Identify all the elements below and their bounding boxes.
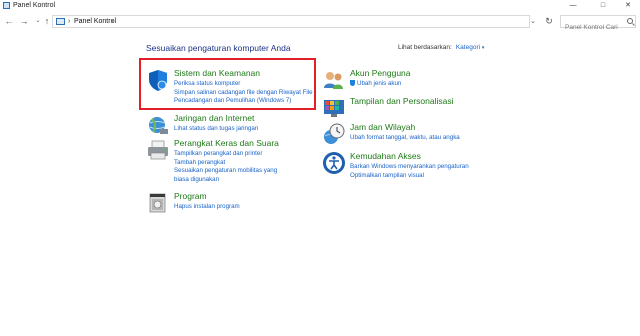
breadcrumb-separator[interactable]: › — [68, 16, 70, 27]
minimize-button[interactable]: — — [560, 0, 586, 12]
up-button[interactable]: ↑ — [42, 15, 52, 27]
category-title[interactable]: Jaringan dan Internet — [174, 113, 254, 123]
personalization-icon[interactable] — [322, 96, 346, 120]
link-mobility-settings[interactable]: Sesuaikan pengaturan mobilitas yang bias… — [174, 167, 292, 184]
category-title[interactable]: Jam dan Wilayah — [350, 122, 415, 132]
control-panel-icon — [3, 2, 10, 9]
control-panel-icon — [56, 18, 65, 25]
category-title[interactable]: Kemudahan Akses — [350, 151, 421, 161]
shield-icon — [350, 80, 355, 87]
link-uninstall-program[interactable]: Hapus instalan program — [174, 203, 324, 212]
navigation-bar: ← → ⌄ ↑ › Panel Kontrol › ⌄ ↻ — [0, 12, 640, 33]
window-title: Panel Kontrol — [13, 2, 56, 9]
address-dropdown-button[interactable]: ⌄ — [527, 15, 539, 28]
link-network-status[interactable]: Lihat status dan tugas jaringan — [174, 125, 324, 134]
globe-network-icon[interactable] — [146, 113, 170, 137]
address-bar[interactable]: › Panel Kontrol › — [52, 15, 530, 28]
maximize-button[interactable]: □ — [590, 0, 616, 12]
view-by-dropdown[interactable]: Kategori — [456, 44, 480, 51]
users-icon[interactable] — [322, 68, 346, 92]
link-add-device[interactable]: Tambah perangkat — [174, 159, 324, 168]
category-title[interactable]: Program — [174, 191, 207, 201]
clock-globe-icon[interactable] — [322, 122, 346, 146]
highlight-box — [139, 58, 316, 110]
link-change-date-format[interactable]: Ubah format tanggal, waktu, atau angka — [350, 134, 500, 143]
link-change-account-type-label[interactable]: Ubah jenis akun — [357, 80, 401, 87]
printer-icon[interactable] — [146, 138, 170, 162]
view-by-control: Lihat berdasarkan: Kategori ▾ — [398, 44, 484, 51]
category-title[interactable]: Perangkat Keras dan Suara — [174, 138, 279, 148]
title-bar: Panel Kontrol — □ ✕ — [0, 0, 640, 12]
page-title: Sesuaikan pengaturan komputer Anda — [146, 43, 291, 53]
link-optimize-display[interactable]: Optimalkan tampilan visual — [350, 172, 500, 181]
breadcrumb-separator[interactable]: › — [111, 16, 113, 27]
forward-button[interactable]: → — [19, 15, 29, 27]
chevron-down-icon[interactable]: ▾ — [482, 45, 485, 51]
view-by-label: Lihat berdasarkan: — [398, 44, 452, 51]
category-title[interactable]: Akun Pengguna — [350, 68, 411, 78]
category-title[interactable]: Tampilan dan Personalisasi — [350, 96, 453, 106]
search-input[interactable] — [561, 22, 625, 33]
ease-of-access-icon[interactable] — [322, 151, 346, 175]
link-devices-printers[interactable]: Tampilkan perangkat dan printer — [174, 150, 324, 159]
link-suggest-settings[interactable]: Barkan Windows menyarankan pengaturan — [350, 163, 500, 172]
search-icon — [627, 18, 633, 24]
link-change-account-type[interactable]: Ubah jenis akun — [350, 80, 500, 89]
refresh-button[interactable]: ↻ — [542, 15, 556, 28]
back-button[interactable]: ← — [4, 15, 14, 27]
close-button[interactable]: ✕ — [615, 0, 640, 12]
breadcrumb-control-panel[interactable]: Panel Kontrol — [74, 16, 116, 27]
search-box[interactable] — [560, 15, 636, 33]
programs-icon[interactable] — [146, 191, 170, 215]
